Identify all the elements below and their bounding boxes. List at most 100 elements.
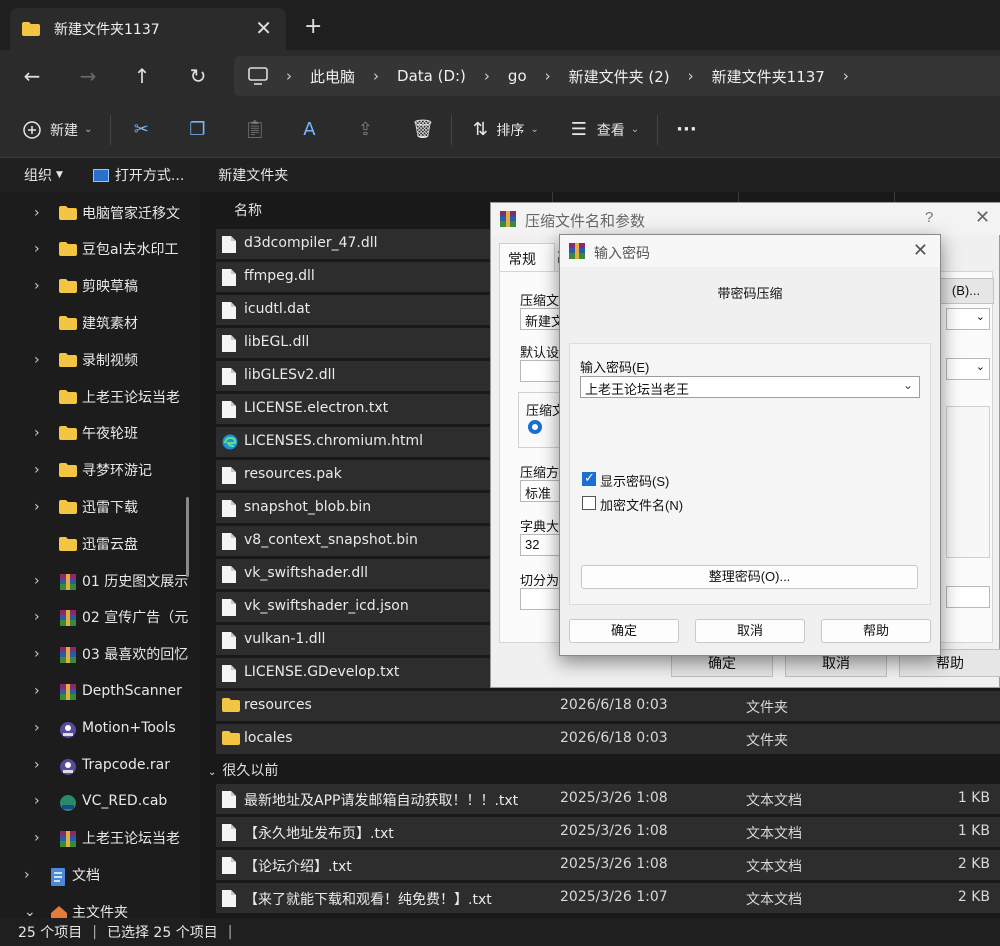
rar-archive-icon (59, 831, 77, 848)
tab-general[interactable]: 常规 (499, 243, 555, 271)
sidebar-item[interactable]: 建筑素材 (0, 304, 200, 341)
chevron-right-icon[interactable]: › (34, 793, 40, 809)
encrypt-names-label[interactable]: 加密文件名(N) (600, 495, 683, 514)
tab-active[interactable]: 新建文件夹1137 ✕ (10, 8, 286, 50)
more-options-icon[interactable]: ··· (676, 119, 697, 140)
view-button[interactable]: ☰ 查看 ⌄ (569, 118, 639, 140)
ok-button[interactable]: 确定 (569, 619, 679, 643)
file-row[interactable]: 【永久地址发布页】.txt 2025/3/26 1:08 文本文档 1 KB (216, 817, 1000, 847)
breadcrumb-item[interactable]: 新建文件夹 (2) (569, 66, 670, 87)
browse-button[interactable]: (B)... (938, 278, 994, 304)
group-header[interactable]: ⌄ 很久以前 (208, 760, 278, 780)
back-button[interactable]: ← (18, 62, 46, 90)
file-row[interactable]: locales 2026/6/18 0:03 文件夹 (216, 724, 1000, 754)
show-password-checkbox[interactable] (582, 470, 596, 486)
paste-icon[interactable]: 📋︎ (243, 119, 266, 140)
new-folder-button[interactable]: 新建文件夹 (218, 165, 288, 185)
sidebar-item[interactable]: › 寻梦环游记 (0, 452, 200, 489)
password-input[interactable]: 上老王论坛当老王 ⌄ (580, 376, 920, 398)
delete-icon[interactable]: 🗑︎ (411, 119, 434, 140)
chevron-down-icon[interactable]: ⌄ (24, 904, 36, 918)
sidebar-item[interactable]: › 02 宣传广告（元 (0, 599, 200, 636)
sidebar-item[interactable]: 上老王论坛当老 (0, 378, 200, 415)
format-radio[interactable] (528, 420, 542, 434)
chevron-right-icon[interactable]: › (34, 573, 40, 589)
column-name[interactable]: 名称 (234, 200, 262, 220)
chevron-right-icon[interactable]: › (34, 352, 40, 368)
chevron-right-icon[interactable]: › (24, 867, 30, 883)
sort-button[interactable]: ⇅ 排序 ⌄ (470, 119, 539, 140)
winrar-icon (569, 243, 585, 259)
organize-menu[interactable]: 组织 (24, 165, 52, 185)
sidebar-item[interactable]: › 文档 (0, 856, 200, 893)
cancel-button[interactable]: 取消 (695, 619, 805, 643)
sidebar-item[interactable]: › 录制视频 (0, 341, 200, 378)
breadcrumb-separator[interactable]: › (843, 67, 849, 85)
archive-name-dropdown[interactable]: ⌄ (946, 308, 990, 330)
file-row[interactable]: 【论坛介绍】.txt 2025/3/26 1:08 文本文档 2 KB (216, 850, 1000, 880)
file-row[interactable]: 【来了就能下载和观看！纯免费！】.txt 2025/3/26 1:07 文本文档 2 … (216, 883, 1000, 913)
chevron-right-icon[interactable]: › (34, 425, 40, 441)
chevron-down-icon[interactable]: ⌄ (903, 378, 913, 392)
forward-button[interactable]: → (74, 62, 102, 90)
sidebar-item[interactable]: › 上老王论坛当老 (0, 820, 200, 857)
new-button[interactable]: 新建 ⌄ (22, 120, 92, 140)
chevron-right-icon[interactable]: › (34, 241, 40, 257)
sidebar-item[interactable]: › VC_RED.cab (0, 783, 200, 820)
sidebar-item[interactable]: › 午夜轮班 (0, 415, 200, 452)
help-button[interactable]: 帮助 (821, 619, 931, 643)
new-tab-button[interactable]: + (304, 14, 322, 39)
view-list-icon: ☰ (570, 118, 587, 140)
file-row[interactable]: 最新地址及APP请发邮箱自动获取！！！.txt 2025/3/26 1:08 文本文… (216, 784, 1000, 814)
window-icon (92, 168, 109, 182)
sidebar-item[interactable]: › Trapcode.rar (0, 746, 200, 783)
chevron-right-icon[interactable]: › (34, 757, 40, 773)
file-date: 2026/6/18 0:03 (560, 730, 668, 746)
sidebar-item-label: 建筑素材 (82, 315, 138, 332)
breadcrumb-item[interactable]: 新建文件夹1137 (712, 66, 825, 87)
open-with-button[interactable]: 打开方式... (115, 165, 184, 185)
sidebar-item[interactable]: › 01 历史图文展示 (0, 562, 200, 599)
breadcrumb-item[interactable]: go (508, 67, 527, 85)
chevron-right-icon[interactable]: › (34, 499, 40, 515)
refresh-button[interactable]: ↻ (184, 62, 212, 90)
password-button[interactable] (946, 586, 990, 608)
sidebar-item[interactable]: › 剪映草稿 (0, 268, 200, 305)
chevron-right-icon[interactable]: › (34, 683, 40, 699)
documents-icon (50, 867, 68, 886)
chevron-right-icon[interactable]: › (34, 462, 40, 478)
share-icon[interactable]: ⇪ (355, 119, 375, 140)
chevron-right-icon[interactable]: › (34, 278, 40, 294)
copy-icon[interactable]: ❐ (187, 119, 207, 140)
sidebar-item[interactable]: › DepthScanner (0, 672, 200, 709)
sidebar-item[interactable]: › Motion+Tools (0, 709, 200, 746)
close-icon[interactable]: ✕ (913, 240, 928, 261)
chevron-right-icon[interactable]: › (34, 830, 40, 846)
sidebar-item[interactable]: › 03 最喜欢的回忆 (0, 636, 200, 673)
sidebar-item[interactable]: › 迅雷下载 (0, 488, 200, 525)
chevron-right-icon[interactable]: › (34, 646, 40, 662)
chevron-right-icon[interactable]: › (34, 720, 40, 736)
file-name: libGLESv2.dll (244, 367, 336, 383)
sidebar-item[interactable]: ⌄ 主文件夹 (0, 893, 200, 918)
cut-icon[interactable]: ✂ (131, 119, 151, 140)
chevron-right-icon[interactable]: › (34, 205, 40, 221)
sidebar-item[interactable]: › 豆包al去水印工 (0, 231, 200, 268)
sidebar-item[interactable]: 迅雷云盘 (0, 525, 200, 562)
breadcrumb-item[interactable]: 此电脑 (310, 66, 355, 87)
help-icon[interactable]: ? (925, 209, 933, 226)
scrollbar-thumb[interactable] (186, 497, 189, 577)
show-password-label[interactable]: 显示密码(S) (600, 471, 669, 490)
sidebar-item[interactable]: › 电脑管家迁移文 (0, 194, 200, 231)
up-button[interactable]: ↑ (128, 62, 156, 90)
close-icon[interactable]: ✕ (975, 207, 990, 228)
rename-icon[interactable]: A (299, 119, 319, 140)
encrypt-names-checkbox[interactable] (582, 496, 596, 510)
organize-passwords-button[interactable]: 整理密码(O)... (581, 565, 918, 589)
address-bar[interactable]: › 此电脑 › Data (D:) › go › 新建文件夹 (2) › 新建文… (234, 56, 1000, 96)
chevron-right-icon[interactable]: › (34, 609, 40, 625)
update-mode-dropdown[interactable]: ⌄ (946, 358, 990, 380)
close-tab-icon[interactable]: ✕ (255, 16, 272, 40)
breadcrumb-item[interactable]: Data (D:) (397, 67, 466, 85)
file-row[interactable]: resources 2026/6/18 0:03 文件夹 (216, 691, 1000, 721)
